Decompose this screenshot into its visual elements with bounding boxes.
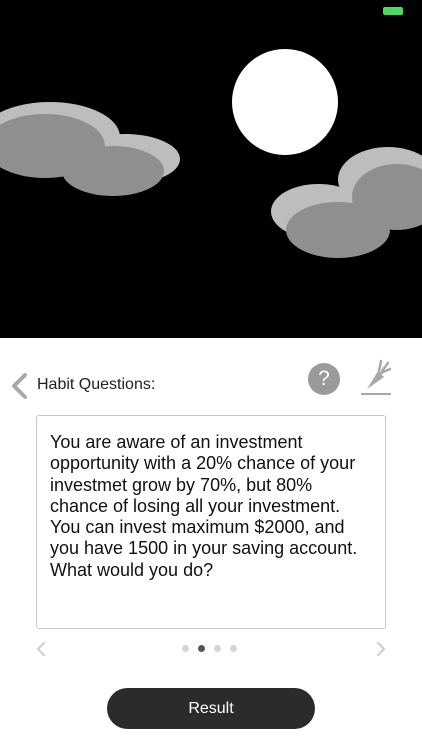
page-dot[interactable]	[198, 645, 205, 652]
battery-icon	[383, 7, 403, 15]
help-button[interactable]: ?	[308, 363, 340, 395]
moon	[232, 49, 338, 155]
page-title: Habit Questions:	[37, 376, 156, 393]
question-text: You are aware of an investment opportuni…	[50, 432, 358, 580]
back-chevron-icon[interactable]	[8, 372, 30, 400]
help-icon: ?	[318, 367, 330, 390]
result-button[interactable]: Result	[107, 688, 315, 729]
cloud-left-front-2	[62, 146, 164, 196]
page-dot[interactable]	[182, 645, 189, 652]
page-indicator[interactable]	[182, 645, 237, 653]
page-dot[interactable]	[214, 645, 221, 652]
illustration-night-sky	[0, 0, 422, 338]
next-chevron-icon[interactable]	[374, 640, 388, 658]
cloud-right-front-2	[286, 202, 390, 258]
page-dot[interactable]	[230, 645, 237, 652]
prev-chevron-icon[interactable]	[34, 640, 48, 658]
question-text-box: You are aware of an investment opportuni…	[36, 415, 386, 629]
carrot-icon[interactable]	[358, 357, 394, 397]
